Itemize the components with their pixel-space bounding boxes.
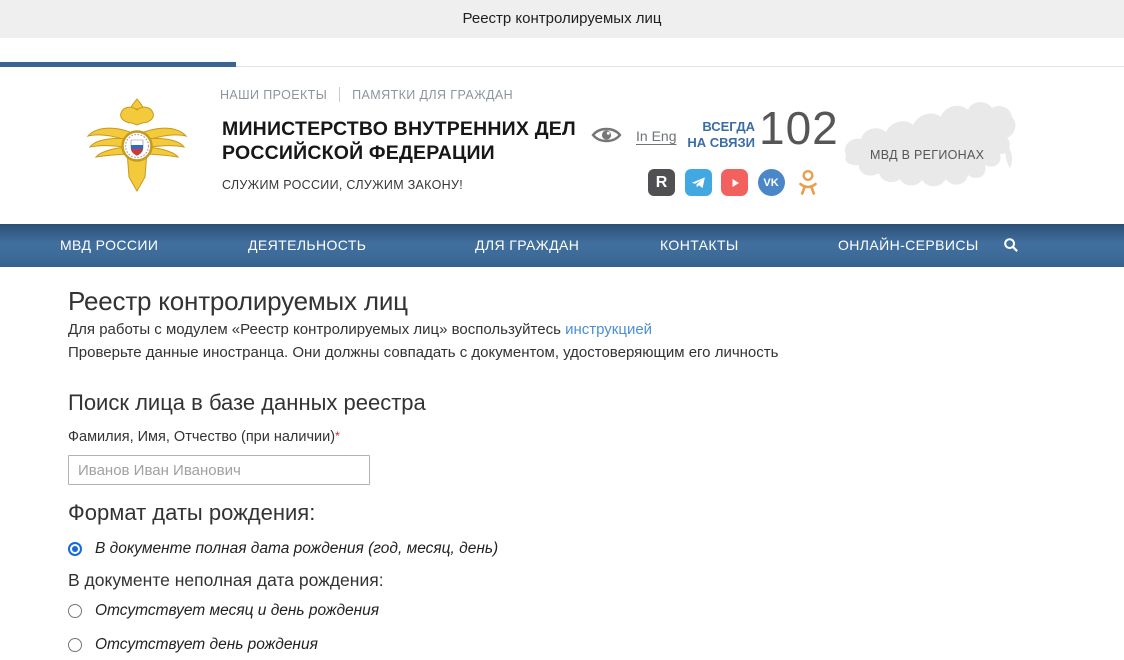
- name-field-label: Фамилия, Имя, Отчество (при наличии)*: [68, 429, 340, 445]
- header-links: НАШИ ПРОЕКТЫ ПАМЯТКИ ДЛЯ ГРАЖДАН: [220, 87, 513, 102]
- header-link-projects[interactable]: НАШИ ПРОЕКТЫ: [220, 88, 327, 102]
- search-section-title: Поиск лица в базе данных реестра: [68, 390, 426, 416]
- mvd-emblem-logo[interactable]: [86, 96, 188, 213]
- accessibility-eye-button[interactable]: [591, 125, 622, 150]
- radio-row-no-day: Отсутствует день рождения: [68, 636, 318, 654]
- ministry-slogan: СЛУЖИМ РОССИИ, СЛУЖИМ ЗАКОНУ!: [222, 178, 463, 192]
- language-switch-link[interactable]: In Eng: [636, 128, 676, 144]
- instruction-link[interactable]: инструкцией: [565, 321, 652, 338]
- header-link-memos[interactable]: ПАМЯТКИ ДЛЯ ГРАЖДАН: [352, 88, 513, 102]
- page: Реестр контролируемых лиц: [0, 0, 1124, 660]
- radio-row-full-date: В документе полная дата рождения (год, м…: [68, 540, 498, 558]
- play-icon: [728, 176, 742, 190]
- nav-item-kontakty[interactable]: КОНТАКТЫ: [660, 224, 739, 267]
- odnoklassniki-icon[interactable]: [794, 169, 821, 196]
- rutube-icon[interactable]: R: [648, 169, 675, 196]
- ministry-title-line2: РОССИЙСКОЙ ФЕДЕРАЦИИ: [222, 141, 576, 165]
- full-name-input[interactable]: [68, 455, 370, 485]
- radio-no-day-label[interactable]: Отсутствует день рождения: [95, 636, 318, 654]
- mvd-regions-label: МВД В РЕГИОНАХ: [870, 148, 984, 162]
- always-in-touch-label: ВСЕГДА НА СВЯЗИ: [676, 119, 755, 151]
- name-label-text: Фамилия, Имя, Отчество (при наличии): [68, 429, 335, 445]
- ok-person-icon: [797, 169, 819, 197]
- nav-item-deyatelnost[interactable]: ДЕЯТЕЛЬНОСТЬ: [248, 224, 366, 267]
- social-links: R VK: [648, 169, 821, 196]
- intro-line2: Проверьте данные иностранца. Они должны …: [68, 344, 778, 361]
- page-title: Реестр контролируемых лиц: [68, 286, 408, 317]
- radio-full-date[interactable]: [68, 542, 82, 556]
- ministry-title-line1: МИНИСТЕРСТВО ВНУТРЕННИХ ДЕЛ: [222, 117, 576, 141]
- always-line1: ВСЕГДА: [676, 119, 755, 135]
- top-banner-title: Реестр контролируемых лиц: [0, 0, 1124, 38]
- radio-row-no-month-day: Отсутствует месяц и день рождения: [68, 602, 379, 620]
- mvd-regions-map[interactable]: МВД В РЕГИОНАХ: [840, 92, 1018, 208]
- dob-format-title: Формат даты рождения:: [68, 500, 315, 526]
- telegram-icon[interactable]: [685, 169, 712, 196]
- radio-no-day[interactable]: [68, 638, 82, 652]
- nav-item-dlya-grazhdan[interactable]: ДЛЯ ГРАЖДАН: [475, 224, 579, 267]
- paper-plane-icon: [690, 174, 707, 191]
- youtube-icon[interactable]: [721, 169, 748, 196]
- intro-line1: Для работы с модулем «Реестр контролируе…: [68, 321, 652, 338]
- nav-search-button[interactable]: [1003, 237, 1019, 258]
- emergency-number: 102: [759, 101, 839, 155]
- header-links-separator: [339, 87, 340, 102]
- eagle-icon: [86, 96, 188, 208]
- ministry-title: МИНИСТЕРСТВО ВНУТРЕННИХ ДЕЛ РОССИЙСКОЙ Ф…: [222, 117, 576, 165]
- partial-date-title: В документе неполная дата рождения:: [68, 570, 384, 591]
- always-line2: НА СВЯЗИ: [676, 135, 755, 151]
- nav-item-online-servisy[interactable]: ОНЛАЙН-СЕРВИСЫ: [838, 224, 979, 267]
- radio-no-month-day-label[interactable]: Отсутствует месяц и день рождения: [95, 602, 379, 620]
- radio-no-month-day[interactable]: [68, 604, 82, 618]
- required-asterisk: *: [335, 429, 340, 443]
- main-nav: МВД РОССИИ ДЕЯТЕЛЬНОСТЬ ДЛЯ ГРАЖДАН КОНТ…: [0, 224, 1124, 267]
- vk-icon[interactable]: VK: [758, 169, 785, 196]
- site-header: НАШИ ПРОЕКТЫ ПАМЯТКИ ДЛЯ ГРАЖДАН МИНИСТЕ…: [0, 67, 1124, 224]
- eye-icon: [591, 125, 622, 145]
- nav-item-mvd-rossii[interactable]: МВД РОССИИ: [60, 224, 158, 267]
- radio-full-date-label[interactable]: В документе полная дата рождения (год, м…: [95, 540, 498, 558]
- search-icon: [1003, 237, 1019, 253]
- intro-prefix: Для работы с модулем «Реестр контролируе…: [68, 321, 565, 338]
